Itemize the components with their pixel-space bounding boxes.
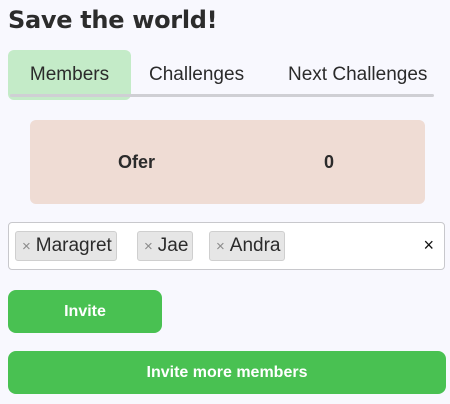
tab-next-challenges[interactable]: Next Challenges: [288, 50, 427, 100]
close-icon[interactable]: ×: [216, 238, 225, 255]
tab-underline: [10, 94, 434, 97]
member-name: Ofer: [118, 152, 156, 172]
tag-label: Jae: [157, 235, 189, 256]
invite-more-members-button[interactable]: Invite more members: [8, 351, 446, 394]
invite-button[interactable]: Invite: [8, 290, 162, 333]
member-card: Ofer 0: [30, 120, 425, 204]
clear-icon[interactable]: ×: [423, 235, 434, 256]
tag-chip: × Andra: [209, 231, 286, 261]
close-icon[interactable]: ×: [144, 238, 153, 255]
tab-members[interactable]: Members: [8, 50, 131, 100]
tab-bar: Members Challenges Next Challenges: [8, 50, 434, 100]
member-score: 0: [324, 152, 335, 172]
invite-tags-input[interactable]: × Maragret × Jae × Andra ×: [8, 222, 445, 270]
tag-label: Andra: [229, 235, 281, 256]
tab-challenges[interactable]: Challenges: [149, 50, 244, 100]
tag-chip: × Jae: [137, 231, 194, 261]
tag-label: Maragret: [35, 235, 112, 256]
close-icon[interactable]: ×: [22, 238, 31, 255]
page-title: Save the world!: [8, 6, 218, 34]
tag-chip: × Maragret: [15, 231, 117, 261]
